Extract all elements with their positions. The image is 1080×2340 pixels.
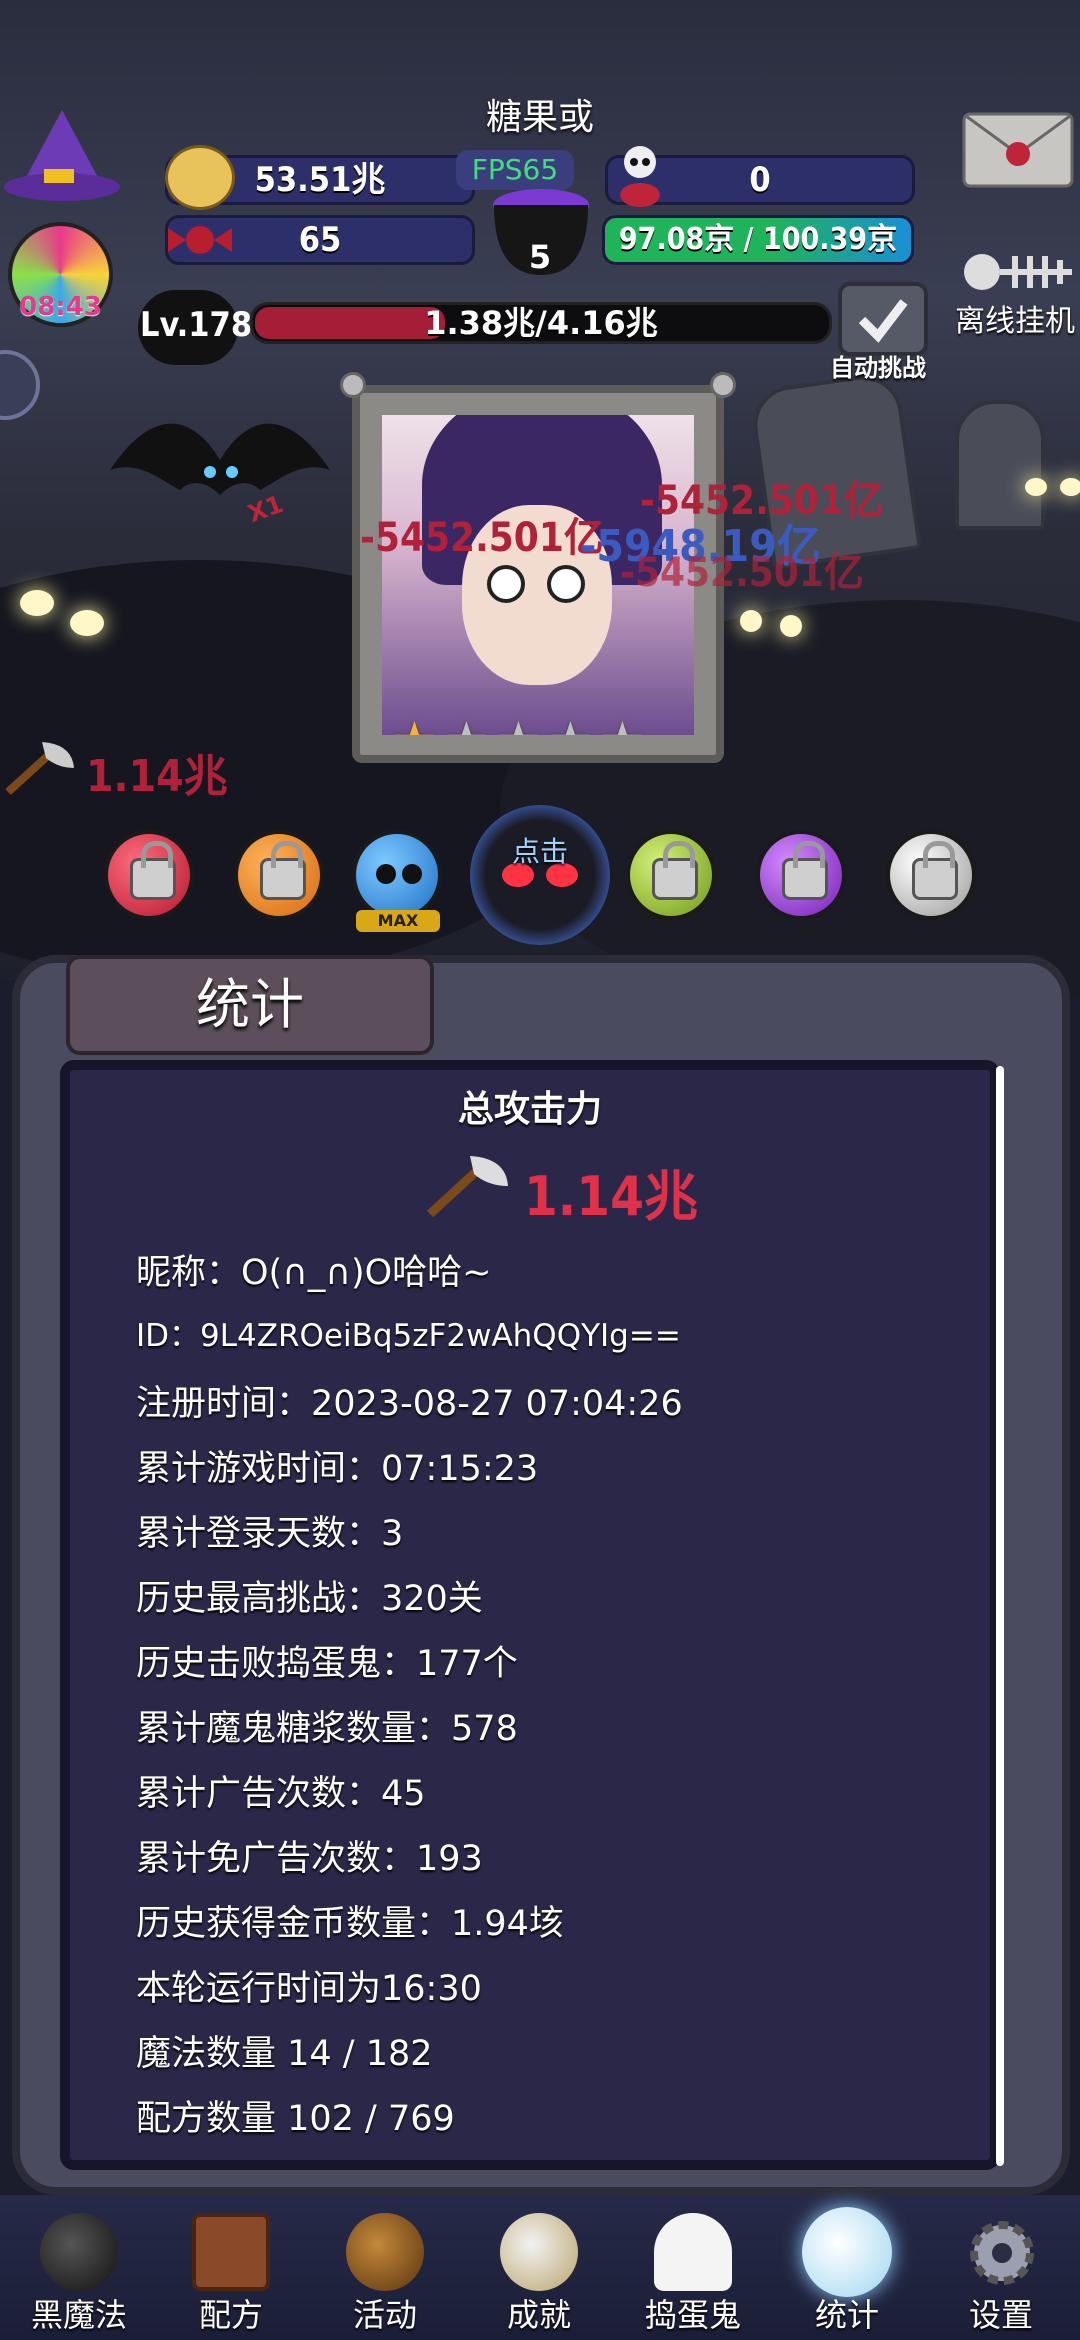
lock-icon: [260, 841, 306, 900]
stat-id: ID：9L4ZROeiBq5zF2wAhQQYIg==: [136, 1318, 681, 1354]
gear-icon: [970, 2221, 1034, 2285]
witch-hat-icon[interactable]: [2, 105, 122, 205]
stat-troublemakers-defeated: 历史击败捣蛋鬼：177个: [136, 1644, 518, 1684]
skull-icon: [376, 864, 422, 884]
stat-ad-count: 累计广告次数：45: [136, 1774, 426, 1814]
offline-idle-label[interactable]: 离线挂机: [955, 296, 1080, 340]
lock-icon: [912, 841, 958, 900]
crystal-ball-icon: [802, 2207, 892, 2297]
star-icon: ★: [496, 715, 541, 735]
axe-icon: [5, 742, 74, 795]
damage-number: -5452.501亿: [360, 515, 604, 561]
skull-trophy-icon: [500, 2213, 578, 2291]
total-attack-value: 1.14兆: [524, 1165, 698, 1228]
fishbone-icon[interactable]: [960, 242, 1075, 302]
skill-slot-locked-white[interactable]: [886, 830, 976, 920]
events-icon: [346, 2213, 424, 2291]
candy-icon: [168, 226, 232, 254]
skill-slot-locked-orange[interactable]: [234, 830, 324, 920]
cauldron-count: 5: [528, 238, 552, 276]
tombstone: [955, 400, 1045, 530]
nav-troublemakers[interactable]: 捣蛋鬼: [618, 2195, 768, 2340]
skull-potion-icon: [620, 146, 660, 207]
star-icon: ★: [600, 715, 645, 735]
nav-black-magic[interactable]: 黑魔法: [4, 2195, 154, 2340]
check-icon: [858, 299, 908, 343]
attack-power-value: 1.14兆: [86, 751, 228, 802]
stat-run-time: 本轮运行时间为16:30: [136, 1969, 482, 2009]
total-attack-title: 总攻击力: [457, 1089, 602, 1130]
damage-number: -5452.501亿: [620, 550, 864, 596]
level-label: Lv.178: [140, 305, 253, 345]
gold-coin-bag-icon: [165, 145, 235, 210]
axe-icon: [426, 1156, 508, 1218]
tab-stats[interactable]: 统计: [66, 955, 434, 1055]
nav-achievements[interactable]: 成就: [464, 2195, 614, 2340]
pin-icon: [710, 372, 736, 398]
ghost-icon: [654, 2213, 732, 2291]
xp-text: 1.38兆/4.16兆: [424, 304, 658, 342]
star-icon: ★: [548, 715, 593, 735]
skill-slot-locked-green[interactable]: [626, 830, 716, 920]
auto-challenge-label[interactable]: 自动挑战: [830, 348, 950, 383]
mail-icon[interactable]: [962, 110, 1074, 190]
nav-events[interactable]: 活动: [310, 2195, 460, 2340]
stat-play-time: 累计游戏时间：07:15:23: [136, 1449, 539, 1489]
tap-label: 点击: [511, 835, 568, 868]
skill-slot-locked-red[interactable]: [104, 830, 194, 920]
nav-stats[interactable]: 统计: [772, 2195, 922, 2340]
recipe-book-icon: [192, 2213, 270, 2291]
black-magic-icon: [40, 2213, 118, 2291]
lock-icon: [130, 841, 176, 900]
lock-icon: [782, 841, 828, 900]
nav-settings[interactable]: 设置: [926, 2195, 1076, 2340]
energy-bar: 97.08京 / 100.39京: [602, 215, 914, 265]
page-title: 糖果或: [485, 97, 594, 138]
stat-register-time: 注册时间：2023-08-27 07:04:26: [136, 1384, 683, 1424]
stat-recipe-count: 配方数量 102 / 769: [136, 2099, 455, 2139]
stat-gold-earned: 历史获得金币数量：1.94垓: [136, 1904, 564, 1944]
max-badge: MAX: [356, 910, 440, 932]
stat-highest-challenge: 历史最高挑战：320关: [136, 1579, 483, 1619]
skill-slot-locked-purple[interactable]: [756, 830, 846, 920]
stat-syrup-count: 累计魔鬼糖浆数量：578: [136, 1709, 518, 1749]
star-icon: ★: [392, 715, 437, 735]
skill-slot-blue-skull[interactable]: [352, 830, 442, 920]
auto-challenge-checkbox[interactable]: [838, 282, 928, 356]
bat-icon: [110, 423, 330, 495]
tap-monster-button[interactable]: [470, 805, 610, 945]
pin-icon: [340, 372, 366, 398]
star-icon: ★: [444, 715, 489, 735]
stat-login-days: 累计登录天数：3: [136, 1514, 404, 1554]
stat-magic-count: 魔法数量 14 / 182: [136, 2034, 433, 2074]
lock-icon: [652, 841, 698, 900]
scrollbar[interactable]: [996, 1066, 1004, 2166]
lollipop-timer: 08:43: [19, 292, 102, 322]
xp-bar: 1.38兆/4.16兆: [250, 302, 832, 344]
stat-nickname: 昵称：O(∩_∩)O哈哈~: [136, 1253, 492, 1293]
stat-adfree-count: 累计免广告次数：193: [136, 1839, 483, 1879]
nav-recipes[interactable]: 配方: [156, 2195, 306, 2340]
